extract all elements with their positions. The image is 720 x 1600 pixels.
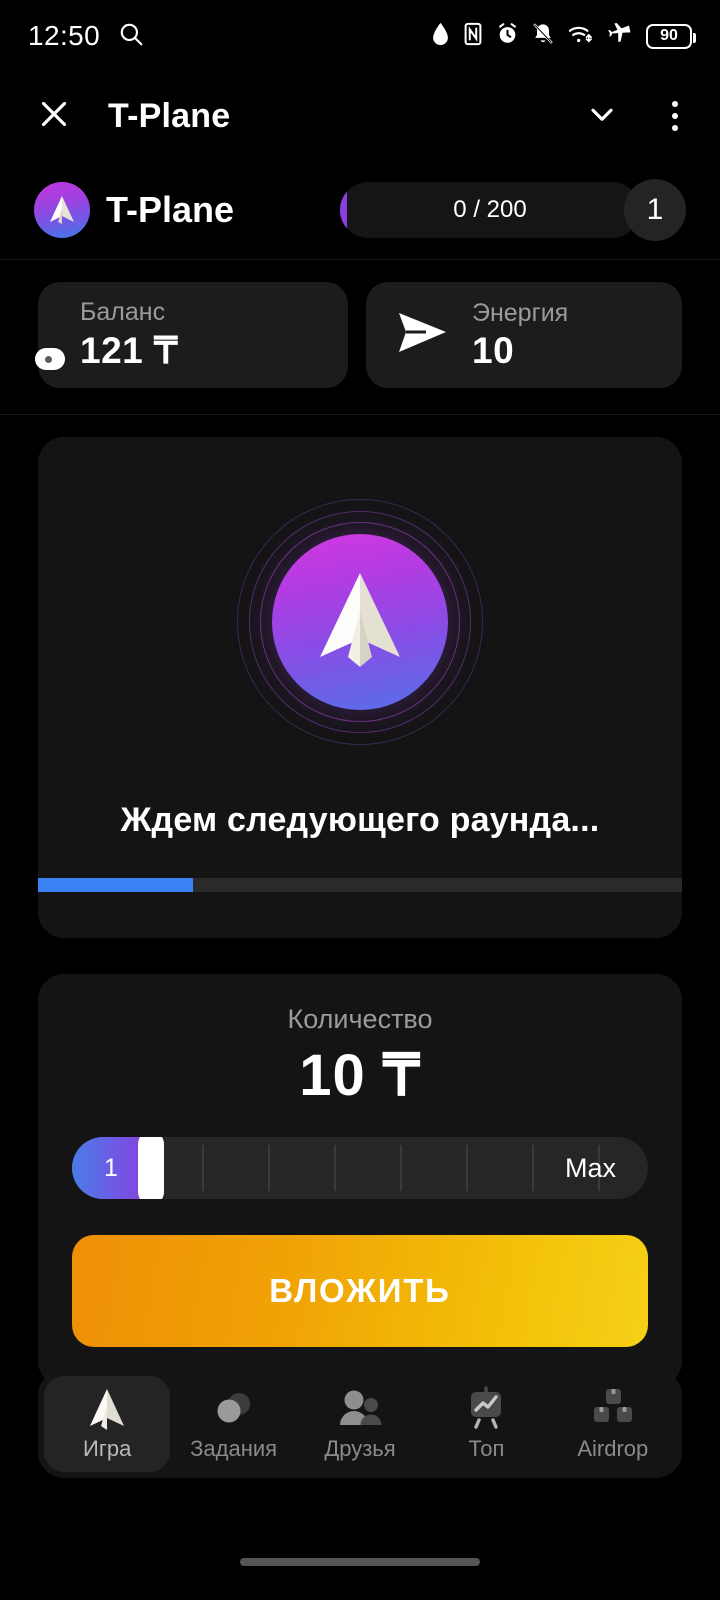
logo-ring-inner — [260, 522, 460, 722]
app-bar-actions — [584, 95, 684, 137]
nav-item-game[interactable]: Игра — [44, 1376, 171, 1472]
nav-item-tasks[interactable]: Задания — [170, 1376, 296, 1472]
battery-indicator: 90 — [646, 23, 696, 49]
people-icon — [335, 1386, 385, 1432]
slider-value-label: 1 — [104, 1153, 118, 1182]
boxes-icon — [590, 1386, 636, 1432]
status-bar: 12:50 90 — [0, 0, 720, 72]
search-icon[interactable] — [118, 21, 144, 52]
nav-item-airdrop[interactable]: Airdrop — [550, 1376, 676, 1472]
xp-progress-bar: 0 / 200 — [340, 181, 640, 238]
nav-label-airdrop: Airdrop — [577, 1436, 649, 1461]
home-indicator — [240, 1558, 480, 1566]
bet-amount-value: 10 ₸ — [299, 1043, 421, 1108]
slider-max-label[interactable]: Max — [565, 1153, 616, 1184]
balance-text: Баланс 121 ₸ — [80, 298, 178, 372]
balance-label: Баланс — [80, 298, 166, 326]
close-icon[interactable] — [36, 96, 72, 137]
balance-value: 121 ₸ — [80, 330, 179, 371]
send-arrow-icon — [396, 310, 450, 361]
wifi-icon — [567, 22, 594, 51]
energy-text: Энергия 10 — [472, 299, 568, 372]
paper-plane-icon — [86, 1386, 128, 1432]
xp-progress-block: 0 / 200 1 — [340, 178, 686, 241]
bet-amount-slider[interactable]: 1 Max — [72, 1137, 648, 1199]
chart-board-icon — [463, 1386, 509, 1432]
status-bar-right: 90 — [431, 22, 696, 51]
battery-level-text: 90 — [660, 27, 678, 44]
brand-block: T-Plane — [34, 181, 235, 238]
slider-thumb[interactable] — [138, 1137, 164, 1199]
alarm-icon — [496, 22, 519, 51]
app-bar-title: T-Plane — [108, 96, 231, 135]
bet-card: Количество 10 ₸ 1 Max ВЛОЖИТЬ — [38, 974, 682, 1387]
nav-item-friends[interactable]: Друзья — [297, 1376, 423, 1472]
round-progress-fill — [38, 878, 193, 892]
airplane-mode-icon — [607, 22, 633, 51]
game-logo[interactable] — [237, 499, 483, 745]
main-content: Ждем следующего раунда... Количество 10 … — [0, 415, 720, 1387]
stat-card-energy[interactable]: Энергия 10 — [366, 282, 682, 388]
xp-progress-fill — [340, 181, 347, 238]
circles-icon — [211, 1386, 257, 1432]
app-screen: 12:50 90 T-Plane T-Plane 0 / 200 1 Балан… — [0, 0, 720, 1600]
nav-label-friends: Друзья — [324, 1436, 396, 1461]
bottom-navigation: Игра Задания Друзья Топ Airdrop — [38, 1370, 682, 1478]
nav-item-top[interactable]: Топ — [423, 1376, 549, 1472]
round-status-text: Ждем следующего раунда... — [120, 801, 600, 839]
energy-value: 10 — [472, 329, 515, 371]
water-drop-icon — [431, 22, 450, 51]
nav-label-tasks: Задания — [190, 1436, 278, 1461]
nav-label-top: Топ — [468, 1436, 505, 1461]
stat-card-balance[interactable]: Баланс 121 ₸ — [38, 282, 348, 388]
bell-muted-icon — [532, 22, 554, 51]
brand-name: T-Plane — [106, 188, 235, 230]
stats-row: Баланс 121 ₸ Энергия 10 — [0, 260, 720, 415]
nav-label-game: Игра — [83, 1436, 132, 1461]
status-bar-clock: 12:50 — [28, 20, 101, 51]
app-bar: T-Plane — [0, 72, 720, 160]
status-bar-left: 12:50 — [28, 20, 144, 52]
brand-logo-icon — [34, 181, 90, 238]
mini-app-header: T-Plane 0 / 200 1 — [0, 160, 720, 260]
nfc-icon — [463, 22, 483, 51]
bet-amount-label: Количество — [287, 1004, 433, 1034]
chevron-down-icon[interactable] — [584, 96, 620, 137]
game-status-card: Ждем следующего раунда... — [38, 437, 682, 938]
xp-progress-text: 0 / 200 — [453, 195, 527, 223]
more-options-icon[interactable] — [666, 95, 684, 137]
level-badge: 1 — [624, 178, 686, 241]
energy-label: Энергия — [472, 298, 569, 327]
round-progress-track — [38, 878, 682, 892]
invest-button[interactable]: ВЛОЖИТЬ — [72, 1235, 648, 1347]
